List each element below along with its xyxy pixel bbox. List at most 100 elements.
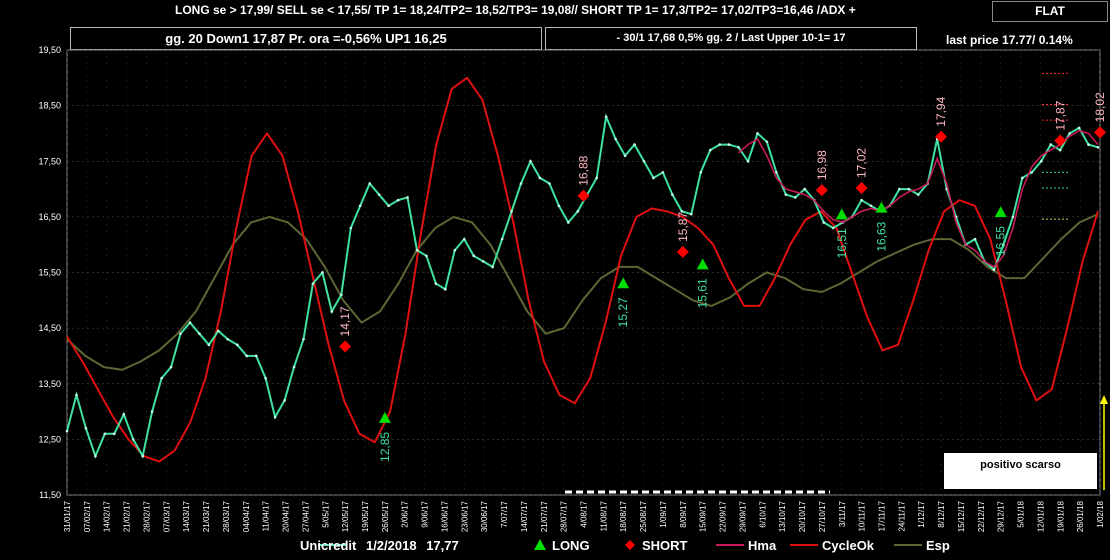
x-tick-label: 15/09/17	[699, 500, 708, 532]
long-label: 16,51	[835, 228, 849, 258]
price-point	[1096, 146, 1100, 149]
price-point	[103, 432, 107, 436]
price-point	[491, 265, 494, 269]
short-marker	[1054, 134, 1067, 147]
y-tick-label: 16,50	[38, 212, 61, 222]
short-label: 17,02	[855, 148, 869, 178]
x-tick-label: 21/02/17	[123, 500, 132, 532]
short-marker	[1094, 126, 1106, 139]
short-label: 17,87	[1053, 100, 1067, 130]
price-point	[718, 143, 721, 146]
short-label: 15,87	[676, 212, 690, 242]
short-label: 14,17	[338, 306, 352, 336]
x-tick-label: 12/01/18	[1036, 500, 1045, 532]
price-point	[226, 337, 230, 341]
legend-long-swatch	[534, 539, 546, 550]
price-point	[548, 182, 551, 185]
price-point	[283, 399, 286, 402]
long-label: 16,63	[874, 221, 888, 251]
x-tick-label: 12/05/17	[341, 500, 350, 532]
legend-item-label: CycleOk	[822, 538, 875, 553]
price-point	[217, 329, 220, 333]
long-marker	[696, 258, 709, 270]
price-point	[529, 159, 532, 163]
x-tick-label: 27/10/17	[818, 500, 827, 532]
price-point	[425, 254, 428, 258]
x-tick-label: 9/06/17	[421, 500, 430, 527]
x-tick-label: 14/03/17	[182, 500, 191, 532]
x-tick-label: 04/04/17	[242, 500, 251, 532]
x-tick-label: 29/12/17	[997, 500, 1006, 532]
price-point	[349, 226, 353, 230]
price-point	[311, 282, 315, 285]
y-tick-label: 15,50	[38, 268, 61, 278]
x-tick-label: 16/06/17	[440, 500, 449, 532]
price-point	[75, 393, 78, 397]
x-tick-label: 07/02/17	[83, 500, 92, 532]
x-tick-label: 3/11/17	[838, 500, 847, 527]
y-tick-label: 11,50	[39, 490, 61, 500]
price-point	[1087, 143, 1090, 146]
price-point	[519, 182, 523, 185]
price-point	[235, 343, 239, 347]
price-point	[614, 137, 617, 141]
price-point	[869, 204, 873, 208]
x-tick-label: 1/12/17	[917, 500, 926, 527]
x-tick-label: 1/09/17	[659, 500, 668, 527]
x-tick-label: 4/08/17	[580, 500, 589, 527]
price-point	[822, 221, 825, 224]
price-point	[481, 260, 485, 263]
price-point	[131, 438, 135, 441]
short-label: 16,88	[577, 155, 591, 185]
price-point	[737, 146, 740, 149]
x-tick-label: 11/04/17	[262, 500, 271, 531]
y-tick-label: 12,50	[38, 434, 61, 444]
price-point	[179, 332, 182, 335]
price-point	[377, 193, 381, 196]
x-tick-label: 22/09/17	[719, 500, 728, 532]
price-point	[368, 182, 371, 185]
price-point	[604, 115, 608, 119]
price-point	[595, 176, 598, 180]
x-tick-label: 21/07/17	[540, 500, 549, 532]
price-point	[112, 432, 116, 436]
x-tick-label: 23/06/17	[460, 500, 469, 532]
long-marker	[835, 208, 848, 220]
price-point	[992, 268, 996, 272]
x-tick-label: 07/03/17	[162, 500, 171, 532]
legend-date: 1/2/2018	[365, 538, 417, 553]
price-point	[1049, 143, 1053, 146]
x-tick-label: 11/08/17	[599, 500, 608, 531]
price-point	[453, 248, 457, 252]
price-point	[567, 221, 570, 224]
short-label: 18,02	[1093, 92, 1107, 122]
price-point	[273, 415, 277, 419]
x-tick-label: 1/02/18	[1096, 500, 1105, 527]
x-tick-label: 18/08/17	[619, 500, 628, 532]
x-tick-label: 14/02/17	[103, 500, 112, 532]
price-point	[1068, 132, 1071, 135]
price-point	[264, 376, 267, 380]
price-point	[538, 176, 542, 180]
price-point	[387, 204, 390, 208]
price-point	[434, 282, 438, 285]
x-tick-label: 27/04/17	[301, 500, 310, 532]
price-point	[973, 237, 977, 241]
price-point	[689, 212, 693, 216]
x-tick-label: 20/10/17	[798, 500, 807, 532]
price-point	[642, 159, 646, 163]
x-tick-label: 21/03/17	[202, 500, 211, 532]
x-tick-label: 20/04/17	[282, 500, 291, 532]
legend-short-swatch	[625, 540, 635, 550]
x-tick-label: 24/11/17	[897, 500, 906, 531]
x-tick-label: 13/10/17	[778, 500, 787, 532]
long-marker	[994, 206, 1007, 218]
y-tick-label: 19,50	[38, 45, 61, 55]
price-point	[292, 365, 296, 369]
up-arrow-head	[1100, 395, 1108, 404]
short-label: 17,94	[934, 96, 948, 126]
esp-line	[66, 213, 1099, 371]
long-label: 15,27	[616, 297, 630, 327]
price-point	[623, 154, 627, 157]
price-point	[358, 204, 362, 208]
